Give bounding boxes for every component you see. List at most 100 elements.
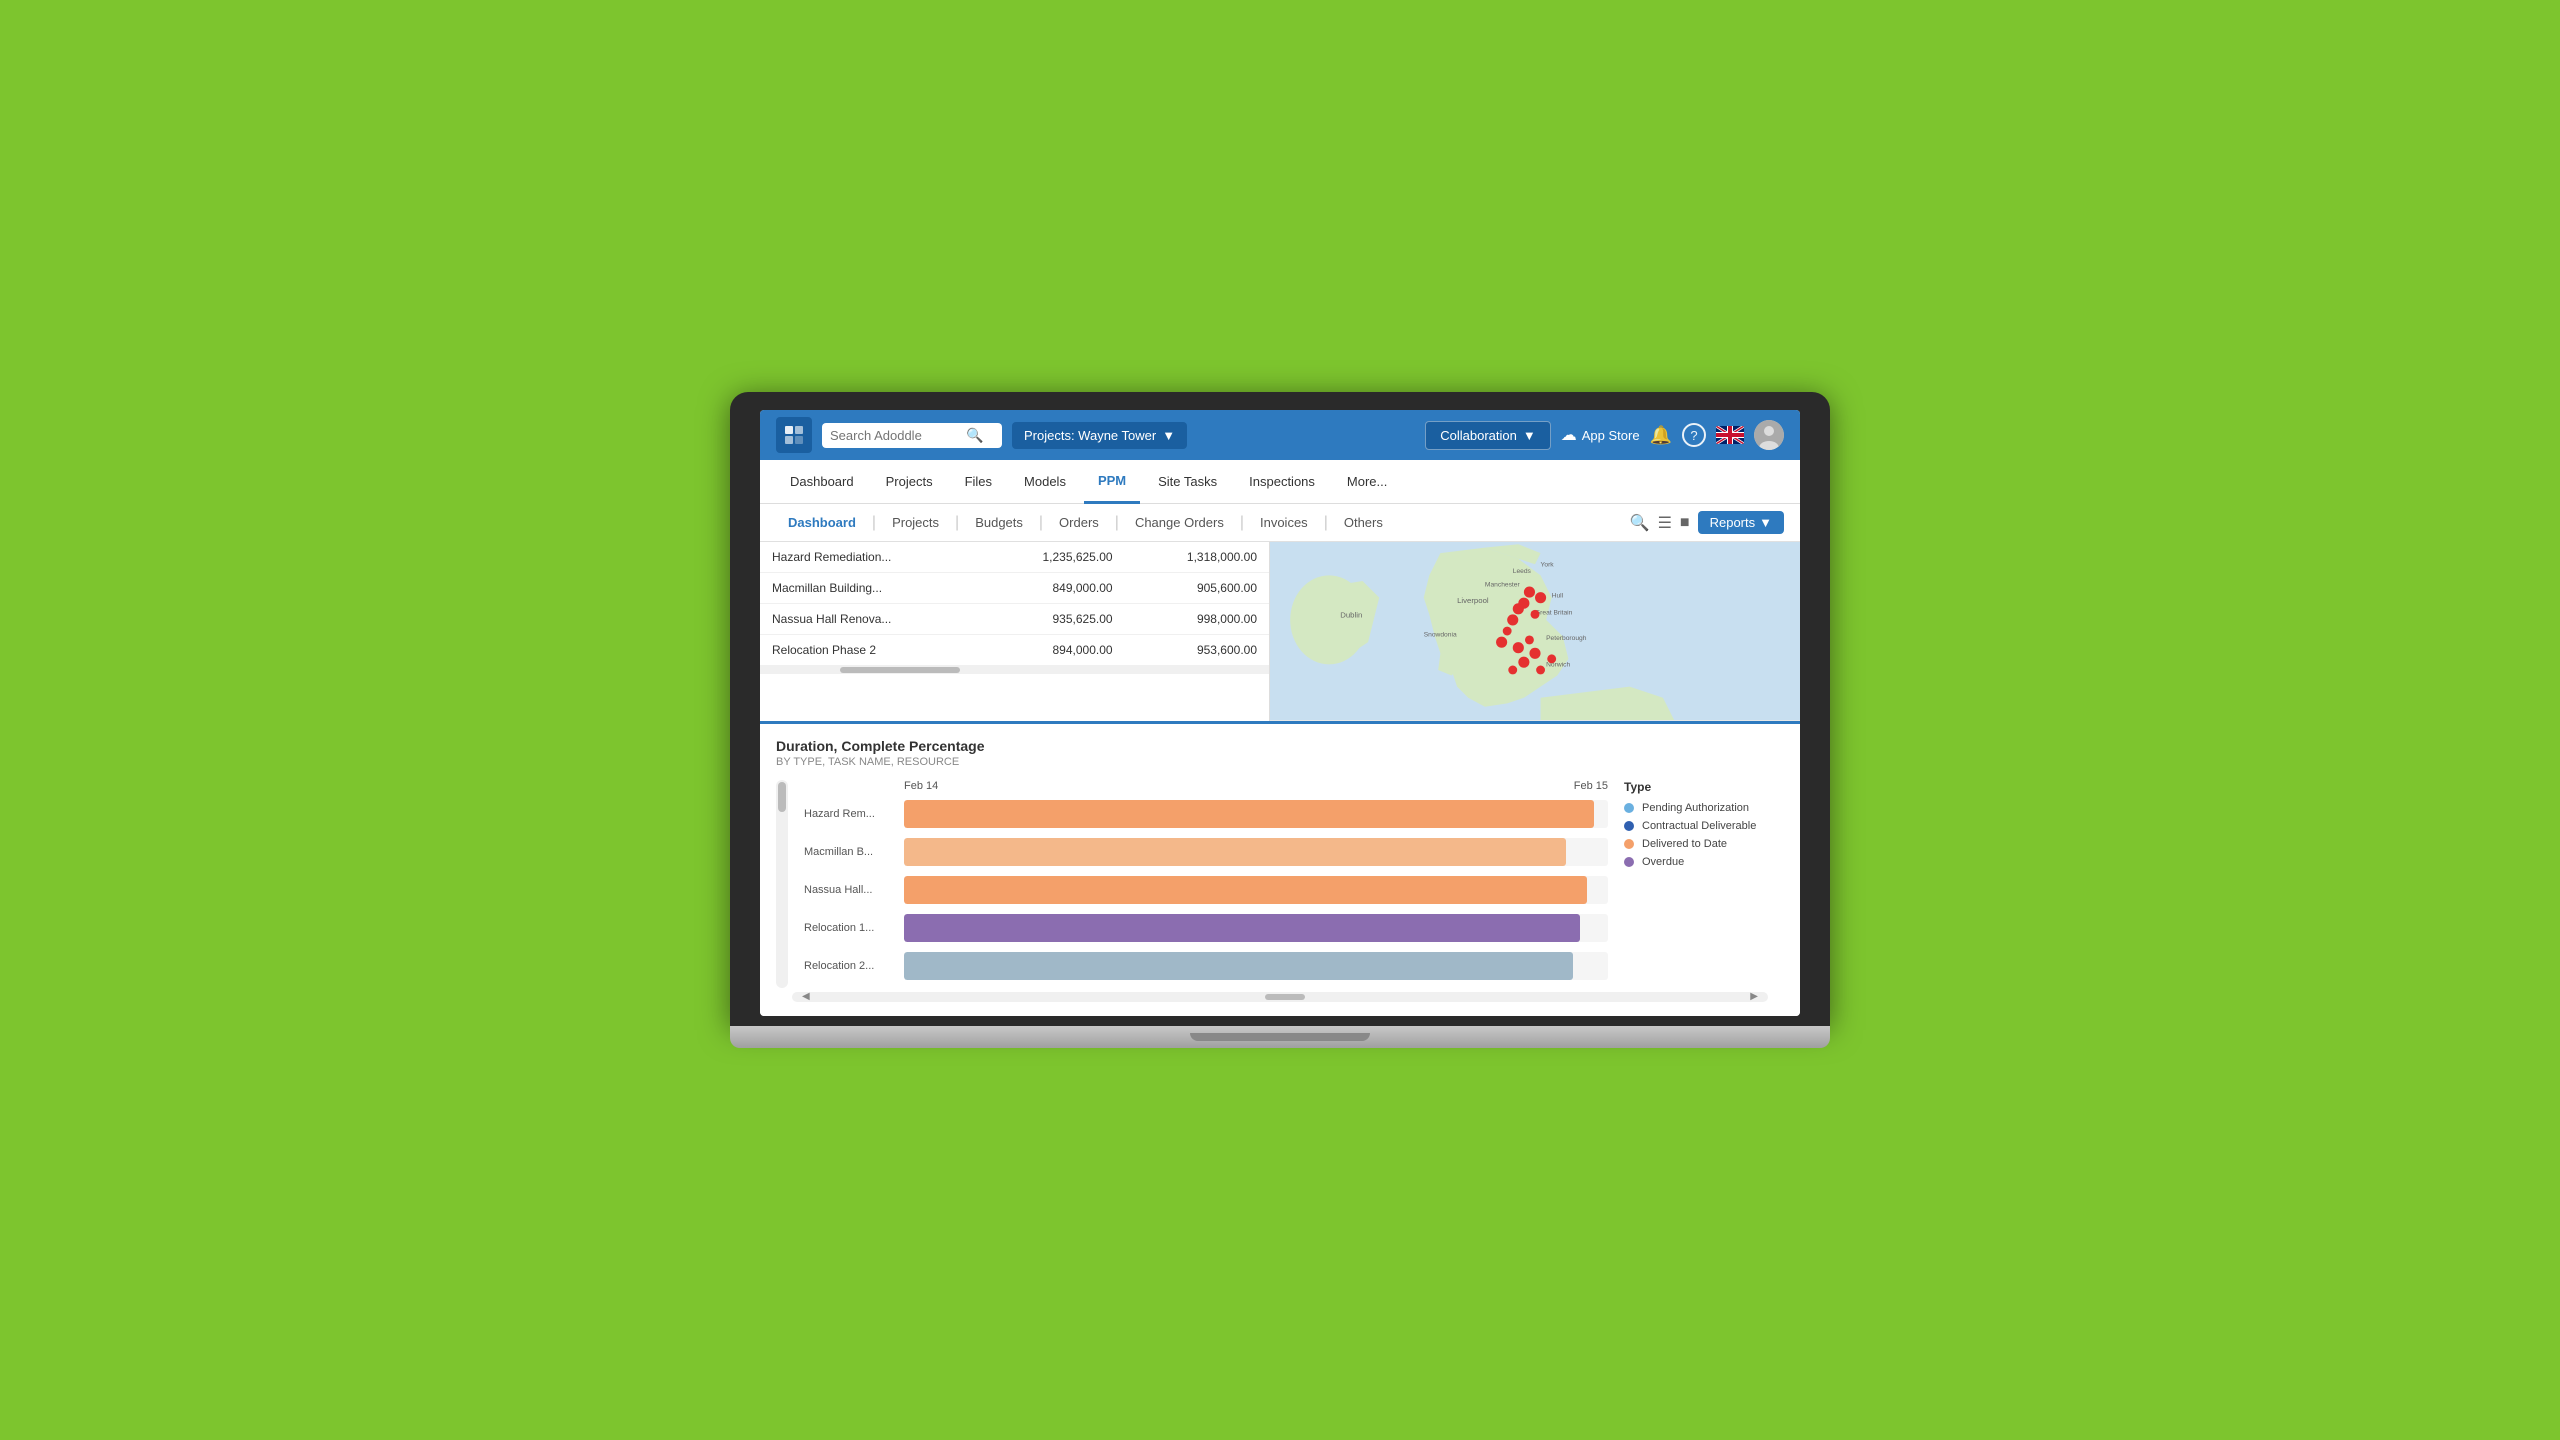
- svg-text:Great Britain: Great Britain: [1535, 610, 1573, 617]
- nav-models[interactable]: Models: [1010, 460, 1080, 504]
- gantt-row-label: Hazard Rem...: [804, 808, 904, 820]
- reports-label: Reports: [1710, 515, 1756, 530]
- subnav-change-orders[interactable]: Change Orders: [1123, 509, 1236, 536]
- svg-text:Peterborough: Peterborough: [1546, 635, 1587, 642]
- table-row[interactable]: Macmillan Building... 849,000.00 905,600…: [760, 573, 1269, 604]
- laptop-base: [730, 1026, 1830, 1048]
- gantt-section: Duration, Complete Percentage BY TYPE, T…: [760, 721, 1800, 1016]
- reports-chevron: ▼: [1759, 515, 1772, 530]
- nav-site-tasks[interactable]: Site Tasks: [1144, 460, 1231, 504]
- svg-text:Hull: Hull: [1552, 593, 1564, 600]
- row-name: Nassua Hall Renova...: [760, 604, 980, 635]
- bottom-scrollbar[interactable]: ◀ ▶: [792, 992, 1768, 1002]
- svg-text:York: York: [1541, 562, 1555, 569]
- table-row[interactable]: Nassua Hall Renova... 935,625.00 998,000…: [760, 604, 1269, 635]
- horizontal-scrollbar[interactable]: [760, 666, 1269, 674]
- legend-item: Pending Authorization: [1624, 802, 1784, 814]
- row-col2: 1,235,625.00: [980, 542, 1124, 573]
- gantt-legend: Type Pending Authorization Contractual D…: [1624, 780, 1784, 988]
- appstore-label: App Store: [1582, 428, 1640, 443]
- reports-button[interactable]: Reports ▼: [1698, 511, 1784, 534]
- scroll-right-arrow[interactable]: ▶: [1750, 991, 1758, 1002]
- nav-dashboard[interactable]: Dashboard: [776, 460, 868, 504]
- svg-text:Manchester: Manchester: [1485, 582, 1521, 589]
- svg-text:Dublin: Dublin: [1340, 611, 1362, 620]
- nav-projects[interactable]: Projects: [872, 460, 947, 504]
- table-row[interactable]: Relocation Phase 2 894,000.00 953,600.00: [760, 635, 1269, 666]
- avatar[interactable]: [1754, 420, 1784, 450]
- gantt-date-end: Feb 15: [1574, 780, 1608, 792]
- gantt-bar: [904, 952, 1573, 980]
- legend-dot: [1624, 857, 1634, 867]
- gantt-date-start: Feb 14: [904, 780, 938, 792]
- appstore-button[interactable]: ☁ App Store: [1561, 425, 1640, 445]
- row-col3: 953,600.00: [1125, 635, 1269, 666]
- subnav-projects[interactable]: Projects: [880, 509, 951, 536]
- nav-ppm[interactable]: PPM: [1084, 460, 1140, 504]
- list-view-icon[interactable]: ☰: [1658, 513, 1672, 533]
- project-selector[interactable]: Projects: Wayne Tower ▼: [1012, 422, 1187, 449]
- row-col3: 1,318,000.00: [1125, 542, 1269, 573]
- app-logo[interactable]: [776, 417, 812, 453]
- gantt-row: Relocation 2...: [804, 950, 1608, 982]
- legend-item: Overdue: [1624, 856, 1784, 868]
- table-row[interactable]: Hazard Remediation... 1,235,625.00 1,318…: [760, 542, 1269, 573]
- svg-text:Snowdonia: Snowdonia: [1424, 632, 1457, 639]
- row-name: Macmillan Building...: [760, 573, 980, 604]
- gantt-row-label: Nassua Hall...: [804, 884, 904, 896]
- laptop-container: 🔍 Projects: Wayne Tower ▼ Collaboration …: [730, 392, 1830, 1047]
- gantt-row-label: Relocation 2...: [804, 960, 904, 972]
- gantt-bar-area: [904, 914, 1608, 942]
- legend-item: Contractual Deliverable: [1624, 820, 1784, 832]
- map-section: Dublin Liverpool Manchester Leeds York H…: [1270, 542, 1800, 720]
- data-table: Hazard Remediation... 1,235,625.00 1,318…: [760, 542, 1269, 666]
- svg-text:Liverpool: Liverpool: [1457, 597, 1489, 606]
- collaboration-label: Collaboration: [1440, 428, 1517, 443]
- main-nav: Dashboard Projects Files Models PPM Site…: [760, 460, 1800, 504]
- gantt-row: Relocation 1...: [804, 912, 1608, 944]
- language-flag[interactable]: [1716, 426, 1744, 444]
- legend-label: Pending Authorization: [1642, 802, 1749, 814]
- row-name: Relocation Phase 2: [760, 635, 980, 666]
- row-col2: 935,625.00: [980, 604, 1124, 635]
- gantt-vertical-scrollbar[interactable]: [776, 780, 788, 988]
- sub-nav: Dashboard | Projects | Budgets | Orders …: [760, 504, 1800, 542]
- legend-item: Delivered to Date: [1624, 838, 1784, 850]
- gantt-scroll-thumb: [778, 782, 786, 812]
- nav-inspections[interactable]: Inspections: [1235, 460, 1329, 504]
- collaboration-button[interactable]: Collaboration ▼: [1425, 421, 1550, 450]
- chevron-down-icon: ▼: [1162, 428, 1175, 443]
- gantt-row-label: Relocation 1...: [804, 922, 904, 934]
- subnav-orders[interactable]: Orders: [1047, 509, 1111, 536]
- screen: 🔍 Projects: Wayne Tower ▼ Collaboration …: [760, 410, 1800, 1015]
- grid-view-icon[interactable]: ■: [1680, 514, 1690, 532]
- nav-files[interactable]: Files: [951, 460, 1006, 504]
- gantt-row-label: Macmillan B...: [804, 846, 904, 858]
- row-col3: 905,600.00: [1125, 573, 1269, 604]
- subnav-budgets[interactable]: Budgets: [963, 509, 1035, 536]
- search-box[interactable]: 🔍: [822, 423, 1002, 448]
- gantt-row: Hazard Rem...: [804, 798, 1608, 830]
- help-icon[interactable]: ?: [1682, 423, 1706, 447]
- search-icon: 🔍: [966, 427, 983, 444]
- gantt-bar: [904, 876, 1587, 904]
- gantt-title: Duration, Complete Percentage: [776, 738, 1784, 754]
- screen-bezel: 🔍 Projects: Wayne Tower ▼ Collaboration …: [730, 392, 1830, 1025]
- subnav-dashboard[interactable]: Dashboard: [776, 509, 868, 536]
- nav-more[interactable]: More...: [1333, 460, 1401, 504]
- search-input[interactable]: [830, 428, 960, 443]
- gantt-bar: [904, 800, 1594, 828]
- gantt-body: Feb 14 Feb 15 Hazard Rem... Macmillan B.…: [776, 780, 1784, 988]
- gantt-bar-area: [904, 838, 1608, 866]
- row-name: Hazard Remediation...: [760, 542, 980, 573]
- scroll-left-arrow[interactable]: ◀: [802, 991, 810, 1002]
- subnav-invoices[interactable]: Invoices: [1248, 509, 1320, 536]
- legend-dot: [1624, 803, 1634, 813]
- notifications-icon[interactable]: 🔔: [1650, 425, 1672, 446]
- subnav-others[interactable]: Others: [1332, 509, 1395, 536]
- legend-label: Delivered to Date: [1642, 838, 1727, 850]
- legend-title: Type: [1624, 780, 1784, 794]
- legend-label: Overdue: [1642, 856, 1684, 868]
- search-view-icon[interactable]: 🔍: [1630, 513, 1650, 533]
- gantt-bar: [904, 914, 1580, 942]
